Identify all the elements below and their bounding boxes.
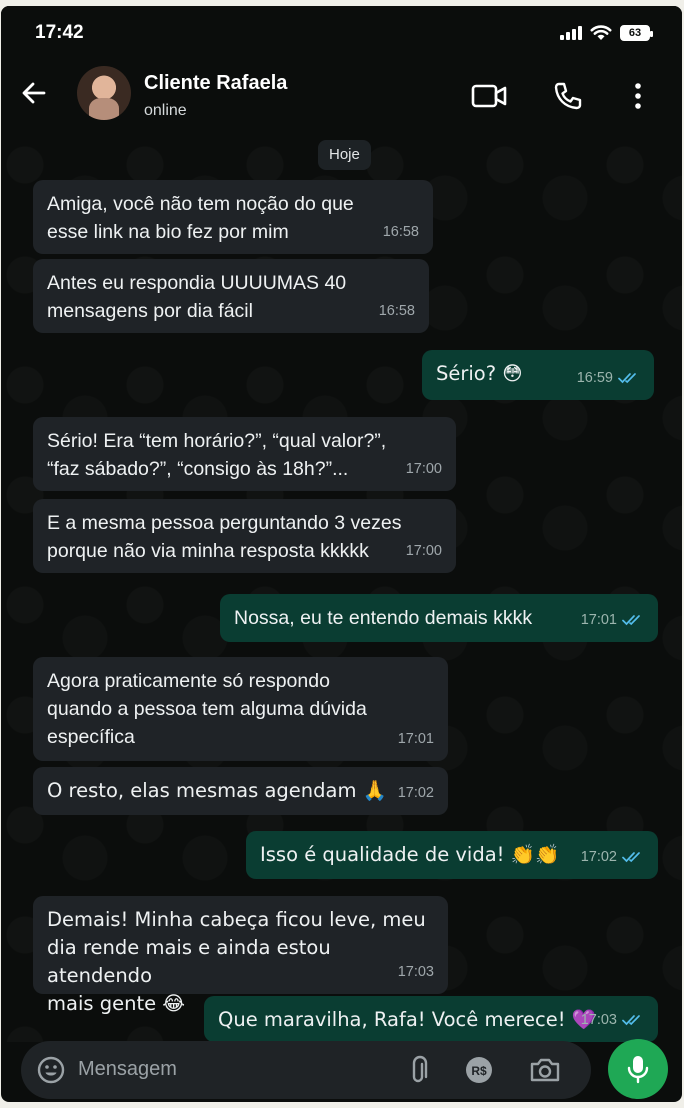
read-receipt-icon xyxy=(618,373,636,384)
message-text: O resto, elas mesmas agendam 🙏 xyxy=(47,779,387,802)
message-bubble-incoming[interactable]: Antes eu respondia UUUUMAS 40 mensagens … xyxy=(33,259,429,333)
message-bubble-incoming[interactable]: Agora praticamente só respondo quando a … xyxy=(33,657,448,761)
message-text: Agora praticamente só respondo quando a … xyxy=(47,670,367,748)
phone-call-button[interactable] xyxy=(550,78,586,114)
read-receipt-icon xyxy=(622,615,640,626)
message-bubble-outgoing[interactable]: Isso é qualidade de vida! 👏👏 17:02 xyxy=(246,831,658,879)
chat-area[interactable]: Hoje Amiga, você não tem noção do que es… xyxy=(1,132,682,1042)
message-bubble-incoming[interactable]: Sério! Era “tem horário?”, “qual valor?”… xyxy=(33,417,456,491)
message-input[interactable]: Mensagem xyxy=(78,1058,177,1081)
message-time: 17:01 xyxy=(397,731,434,747)
voice-message-button[interactable] xyxy=(608,1039,668,1099)
message-bubble-incoming[interactable]: O resto, elas mesmas agendam 🙏 17:02 xyxy=(33,767,448,815)
message-time: 17:02 xyxy=(580,849,617,865)
camera-icon[interactable] xyxy=(529,1055,561,1085)
message-time: 16:58 xyxy=(382,224,419,240)
status-time: 17:42 xyxy=(35,22,84,43)
chat-header: Cliente Rafaela online xyxy=(1,58,682,132)
microphone-icon xyxy=(627,1056,649,1084)
message-text: Amiga, você não tem noção do que esse li… xyxy=(47,193,354,243)
message-bubble-incoming[interactable]: Amiga, você não tem noção do que esse li… xyxy=(33,180,433,254)
wifi-icon xyxy=(590,25,612,40)
message-time: 17:02 xyxy=(397,785,434,801)
message-bubble-outgoing[interactable]: Que maravilha, Rafa! Você merece! 💜 17:0… xyxy=(204,996,658,1042)
more-options-icon xyxy=(635,83,641,109)
message-time: 17:03 xyxy=(397,964,434,980)
message-time: 16:59 xyxy=(576,370,613,386)
read-receipt-icon xyxy=(622,852,640,863)
message-time: 17:03 xyxy=(580,1012,617,1028)
video-call-icon xyxy=(471,84,507,108)
phone-call-icon xyxy=(554,82,582,110)
emoji-icon[interactable] xyxy=(36,1055,66,1085)
message-text: Antes eu respondia UUUUMAS 40 mensagens … xyxy=(47,272,347,322)
message-bubble-outgoing[interactable]: Sério? 😳 16:59 xyxy=(422,350,654,400)
message-bubble-outgoing[interactable]: Nossa, eu te entendo demais kkkk 17:01 xyxy=(220,594,658,642)
more-options-button[interactable] xyxy=(620,78,656,114)
message-input-bar[interactable]: Mensagem R$ xyxy=(21,1041,591,1099)
message-bubble-incoming[interactable]: Demais! Minha cabeça ficou leve, meu dia… xyxy=(33,896,448,1015)
attachment-icon[interactable] xyxy=(407,1055,433,1085)
payment-icon[interactable]: R$ xyxy=(464,1055,494,1085)
message-time: 17:00 xyxy=(405,543,442,559)
phone-screen: 17:42 63 Cliente Rafaela online Hoje Ami… xyxy=(1,6,682,1102)
date-chip: Hoje xyxy=(318,140,371,170)
currency-label: R$ xyxy=(471,1064,487,1078)
read-receipt-icon xyxy=(622,1015,640,1026)
video-call-button[interactable] xyxy=(471,78,507,114)
signal-icon xyxy=(560,25,582,40)
status-icons: 63 xyxy=(560,24,653,41)
message-bubble-incoming[interactable]: E a mesma pessoa perguntando 3 vezes por… xyxy=(33,499,456,573)
back-arrow-icon[interactable] xyxy=(19,78,49,108)
battery-icon: 63 xyxy=(620,24,653,41)
contact-name[interactable]: Cliente Rafaela xyxy=(144,72,287,95)
message-time: 17:00 xyxy=(405,461,442,477)
message-time: 16:58 xyxy=(378,303,415,319)
avatar[interactable] xyxy=(77,66,131,120)
contact-status: online xyxy=(144,102,187,119)
message-time: 17:01 xyxy=(580,612,617,628)
message-text: E a mesma pessoa perguntando 3 vezes por… xyxy=(47,512,402,562)
status-bar: 17:42 63 xyxy=(1,6,682,58)
message-text: Sério! Era “tem horário?”, “qual valor?”… xyxy=(47,430,387,480)
